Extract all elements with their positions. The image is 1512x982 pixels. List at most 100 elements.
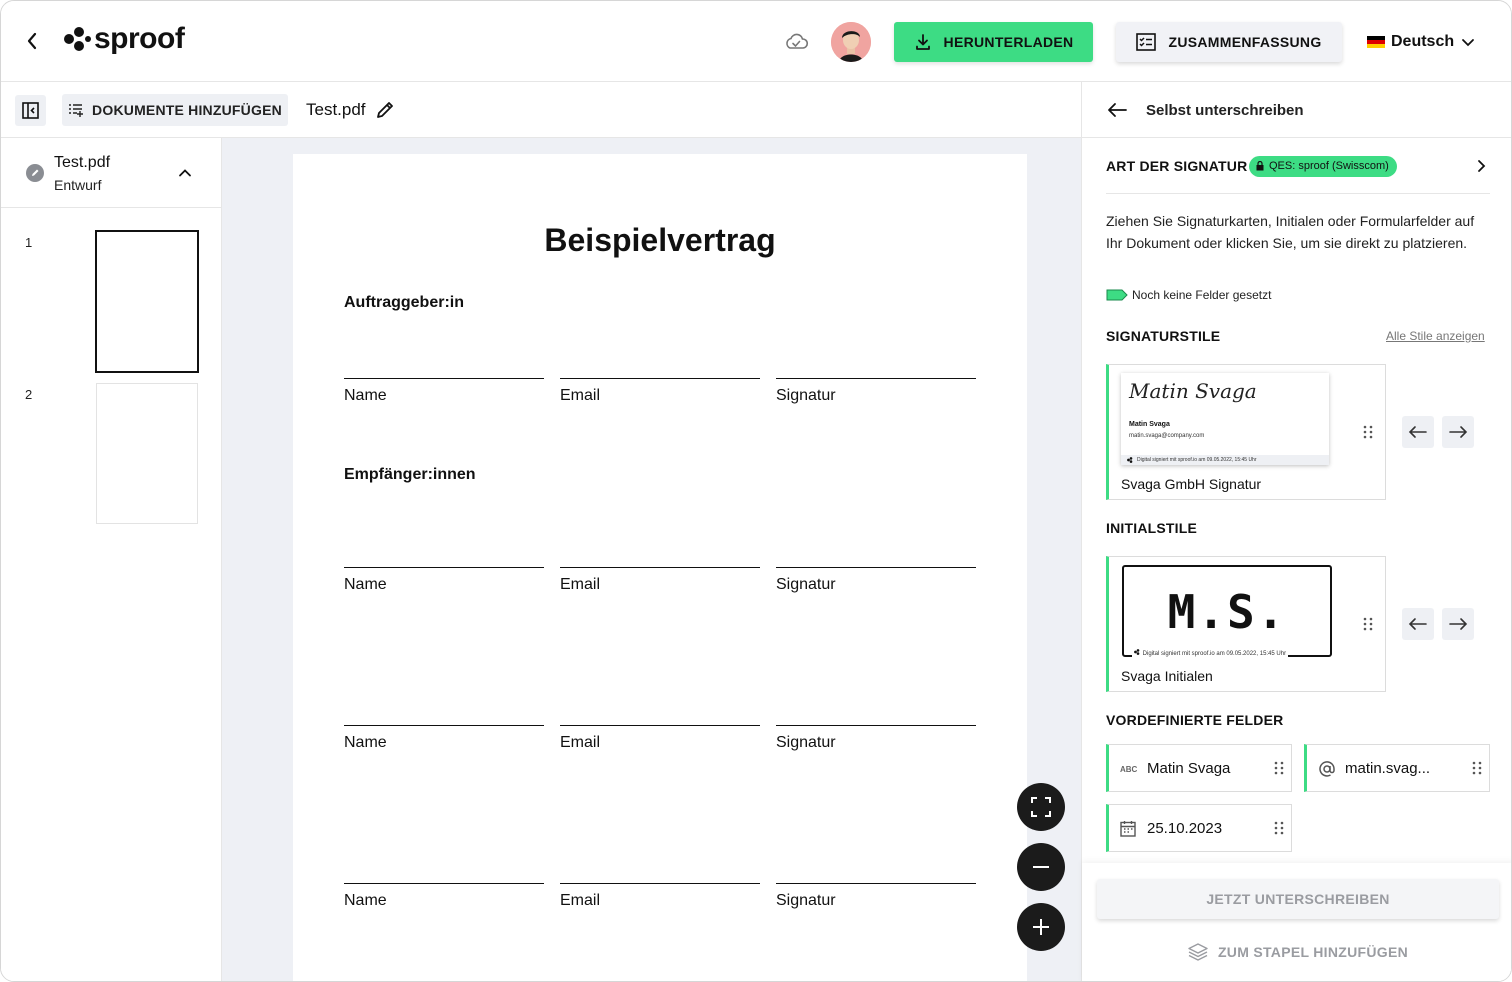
avatar[interactable] xyxy=(831,22,871,62)
summary-button[interactable]: ZUSAMMENFASSUNG xyxy=(1116,22,1342,62)
drag-handle-icon[interactable] xyxy=(1274,821,1284,835)
email-line xyxy=(560,883,760,884)
fullscreen-icon xyxy=(1031,797,1051,817)
panel-back-button[interactable] xyxy=(1106,99,1128,121)
summary-label: ZUSAMMENFASSUNG xyxy=(1168,34,1322,50)
page-thumbnail-1[interactable] xyxy=(95,230,199,373)
email-field-card[interactable]: matin.svag... xyxy=(1304,744,1490,792)
sproof-logo-icon xyxy=(64,27,91,51)
back-button[interactable] xyxy=(19,29,45,53)
page-thumbnail-2[interactable] xyxy=(96,383,198,524)
initials-prev-button[interactable] xyxy=(1402,608,1434,640)
qes-badge-label: QES: sproof (Swisscom) xyxy=(1269,160,1389,172)
sproof-mark-icon xyxy=(1127,457,1133,463)
tag-icon xyxy=(1106,289,1128,301)
initial-style-card[interactable]: M.S. Digital signiert mit sproof.io am 0… xyxy=(1106,556,1386,692)
language-select[interactable]: Deutsch xyxy=(1367,30,1476,54)
predefined-fields-heading: VORDEFINIERTE FELDER xyxy=(1106,712,1284,728)
add-documents-button[interactable]: DOKUMENTE HINZUFÜGEN xyxy=(62,94,288,126)
show-all-styles-link[interactable]: Alle Stile anzeigen xyxy=(1386,329,1485,343)
layers-icon xyxy=(1188,943,1208,961)
language-label: Deutsch xyxy=(1391,33,1455,50)
name-field-card[interactable]: ABC Matin Svaga xyxy=(1106,744,1292,792)
name-line xyxy=(344,883,544,884)
zoom-in-button[interactable] xyxy=(1017,903,1065,951)
add-list-icon xyxy=(69,104,84,117)
signature-preview: Matin Svaga Matin Svaga matin.svaga@comp… xyxy=(1121,373,1329,465)
signature-prev-button[interactable] xyxy=(1402,416,1434,448)
arrow-left-icon xyxy=(1408,618,1427,630)
signature-style-card[interactable]: Matin Svaga Matin Svaga matin.svaga@comp… xyxy=(1106,364,1386,500)
edit-name-button[interactable] xyxy=(375,100,395,120)
field-status: Noch keine Felder gesetzt xyxy=(1106,288,1271,302)
file-name: Test.pdf xyxy=(54,154,111,171)
no-fields-label: Noch keine Felder gesetzt xyxy=(1132,288,1272,302)
signature-name: Matin Svaga xyxy=(1129,421,1170,428)
page-number: 2 xyxy=(25,387,33,402)
sproof-mark-icon xyxy=(1134,649,1140,655)
collapse-pages-button[interactable] xyxy=(176,164,194,182)
signature-line xyxy=(776,883,976,884)
email-label: Email xyxy=(560,387,601,404)
name-label: Name xyxy=(344,734,387,751)
initials-next-button[interactable] xyxy=(1442,608,1474,640)
initials-text: M.S. xyxy=(1167,585,1287,639)
sidebar-toggle-button[interactable] xyxy=(15,95,46,126)
chevron-down-icon xyxy=(1462,39,1475,47)
drag-handle-icon[interactable] xyxy=(1363,425,1373,439)
file-state: Entwurf xyxy=(54,177,102,193)
app-window: sproof HERUNTERLADEN ZUSAMMENFASSUNG Deu… xyxy=(0,0,1512,982)
signature-line xyxy=(776,378,976,379)
sidebar-collapse-icon xyxy=(22,102,39,119)
email-label: Email xyxy=(560,892,601,909)
panel-title: Selbst unterschreiben xyxy=(1146,102,1304,119)
email-label: Email xyxy=(560,576,601,593)
cloud-sync-icon[interactable] xyxy=(783,31,809,53)
name-line xyxy=(344,378,544,379)
minus-icon xyxy=(1033,866,1049,868)
signature-script: Matin Svaga xyxy=(1129,379,1257,403)
initials-caption: Svaga Initialen xyxy=(1121,668,1213,684)
signature-footer-text: Digital signiert mit sproof.io am 09.05.… xyxy=(1137,457,1257,463)
document-name: Test.pdf xyxy=(306,100,366,119)
add-to-stack-label: ZUM STAPEL HINZUFÜGEN xyxy=(1217,944,1409,960)
qes-badge: QES: sproof (Swisscom) xyxy=(1249,156,1397,177)
drag-handle-icon[interactable] xyxy=(1274,761,1284,775)
name-field-value: Matin Svaga xyxy=(1147,760,1231,777)
chevron-right-icon xyxy=(1478,160,1486,172)
lock-icon xyxy=(1256,161,1264,171)
document-toolbar: DOKUMENTE HINZUFÜGEN Test.pdf xyxy=(1,82,1081,138)
name-line xyxy=(344,567,544,568)
download-icon xyxy=(915,34,930,50)
document-page[interactable]: Beispielvertrag Auftraggeber:in Name Ema… xyxy=(293,154,1027,981)
fullscreen-button[interactable] xyxy=(1017,783,1065,831)
panel-actions: JETZT UNTERSCHREIBEN ZUM STAPEL HINZUFÜG… xyxy=(1082,863,1511,981)
chevron-left-icon xyxy=(27,32,37,50)
sign-now-button[interactable]: JETZT UNTERSCHREIBEN xyxy=(1097,879,1499,919)
zoom-out-button[interactable] xyxy=(1017,843,1065,891)
logo[interactable]: sproof xyxy=(63,21,185,57)
instructions-text: Ziehen Sie Signaturkarten, Initialen ode… xyxy=(1106,213,1475,251)
initials-footer: Digital signiert mit sproof.io am 09.05.… xyxy=(1132,649,1289,657)
signature-email: matin.svaga@company.com xyxy=(1129,433,1205,439)
download-label: HERUNTERLADEN xyxy=(943,34,1074,50)
download-button[interactable]: HERUNTERLADEN xyxy=(894,22,1093,62)
plus-icon xyxy=(1033,919,1049,935)
draft-status-icon xyxy=(26,164,44,182)
drag-handle-icon[interactable] xyxy=(1363,617,1373,631)
email-label: Email xyxy=(560,734,601,751)
pencil-icon xyxy=(377,102,393,118)
at-sign-icon xyxy=(1319,761,1335,777)
signature-type-label: ART DER SIGNATUR xyxy=(1106,158,1248,174)
signature-line xyxy=(776,567,976,568)
date-field-card[interactable]: 25.10.2023 xyxy=(1106,804,1292,852)
initials-preview: M.S. Digital signiert mit sproof.io am 0… xyxy=(1122,565,1332,657)
file-entry[interactable]: Test.pdf Entwurf xyxy=(1,138,222,208)
drag-handle-icon[interactable] xyxy=(1472,761,1482,775)
section-recipients-title: Empfänger:innen xyxy=(344,466,476,483)
text-field-icon: ABC xyxy=(1120,765,1138,774)
signature-next-button[interactable] xyxy=(1442,416,1474,448)
add-to-stack-button[interactable]: ZUM STAPEL HINZUFÜGEN xyxy=(1097,937,1499,967)
signature-type-selector[interactable]: ART DER SIGNATUR QES: sproof (Swisscom) xyxy=(1106,138,1490,194)
document-viewer: Beispielvertrag Auftraggeber:in Name Ema… xyxy=(222,138,1081,981)
